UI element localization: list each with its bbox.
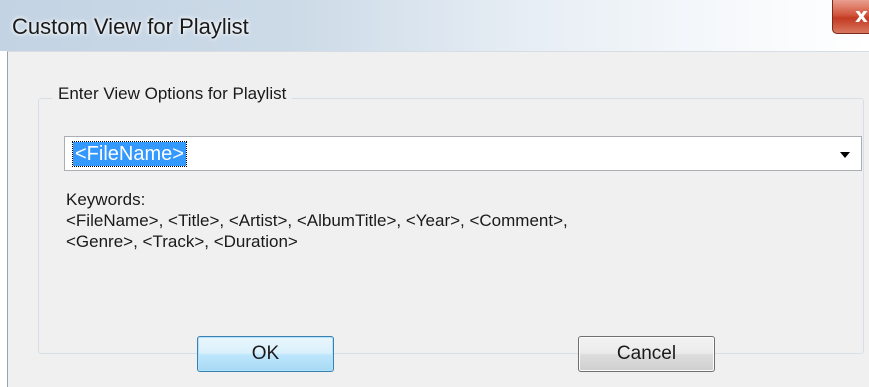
close-button[interactable]: x — [832, 0, 869, 34]
dialog-window: Custom View for Playlist x Enter View Op… — [0, 0, 869, 387]
chevron-down-icon[interactable] — [840, 152, 850, 158]
view-format-combobox[interactable]: <FileName> — [64, 136, 862, 171]
combobox-value[interactable]: <FileName> — [72, 141, 187, 167]
close-icon: x — [855, 3, 868, 27]
groupbox-label: Enter View Options for Playlist — [52, 84, 293, 104]
ok-button[interactable]: OK — [197, 336, 334, 372]
cancel-button[interactable]: Cancel — [578, 336, 715, 372]
dialog-client-area: Enter View Options for Playlist <FileNam… — [7, 51, 869, 387]
keywords-line-1: <FileName>, <Title>, <Artist>, <AlbumTit… — [66, 211, 568, 230]
keywords-line-2: <Genre>, <Track>, <Duration> — [66, 232, 298, 251]
window-title: Custom View for Playlist — [12, 14, 249, 39]
keywords-heading: Keywords: — [66, 190, 146, 209]
keywords-help-text: Keywords: <FileName>, <Title>, <Artist>,… — [66, 189, 568, 252]
title-bar[interactable]: Custom View for Playlist x — [0, 0, 869, 51]
